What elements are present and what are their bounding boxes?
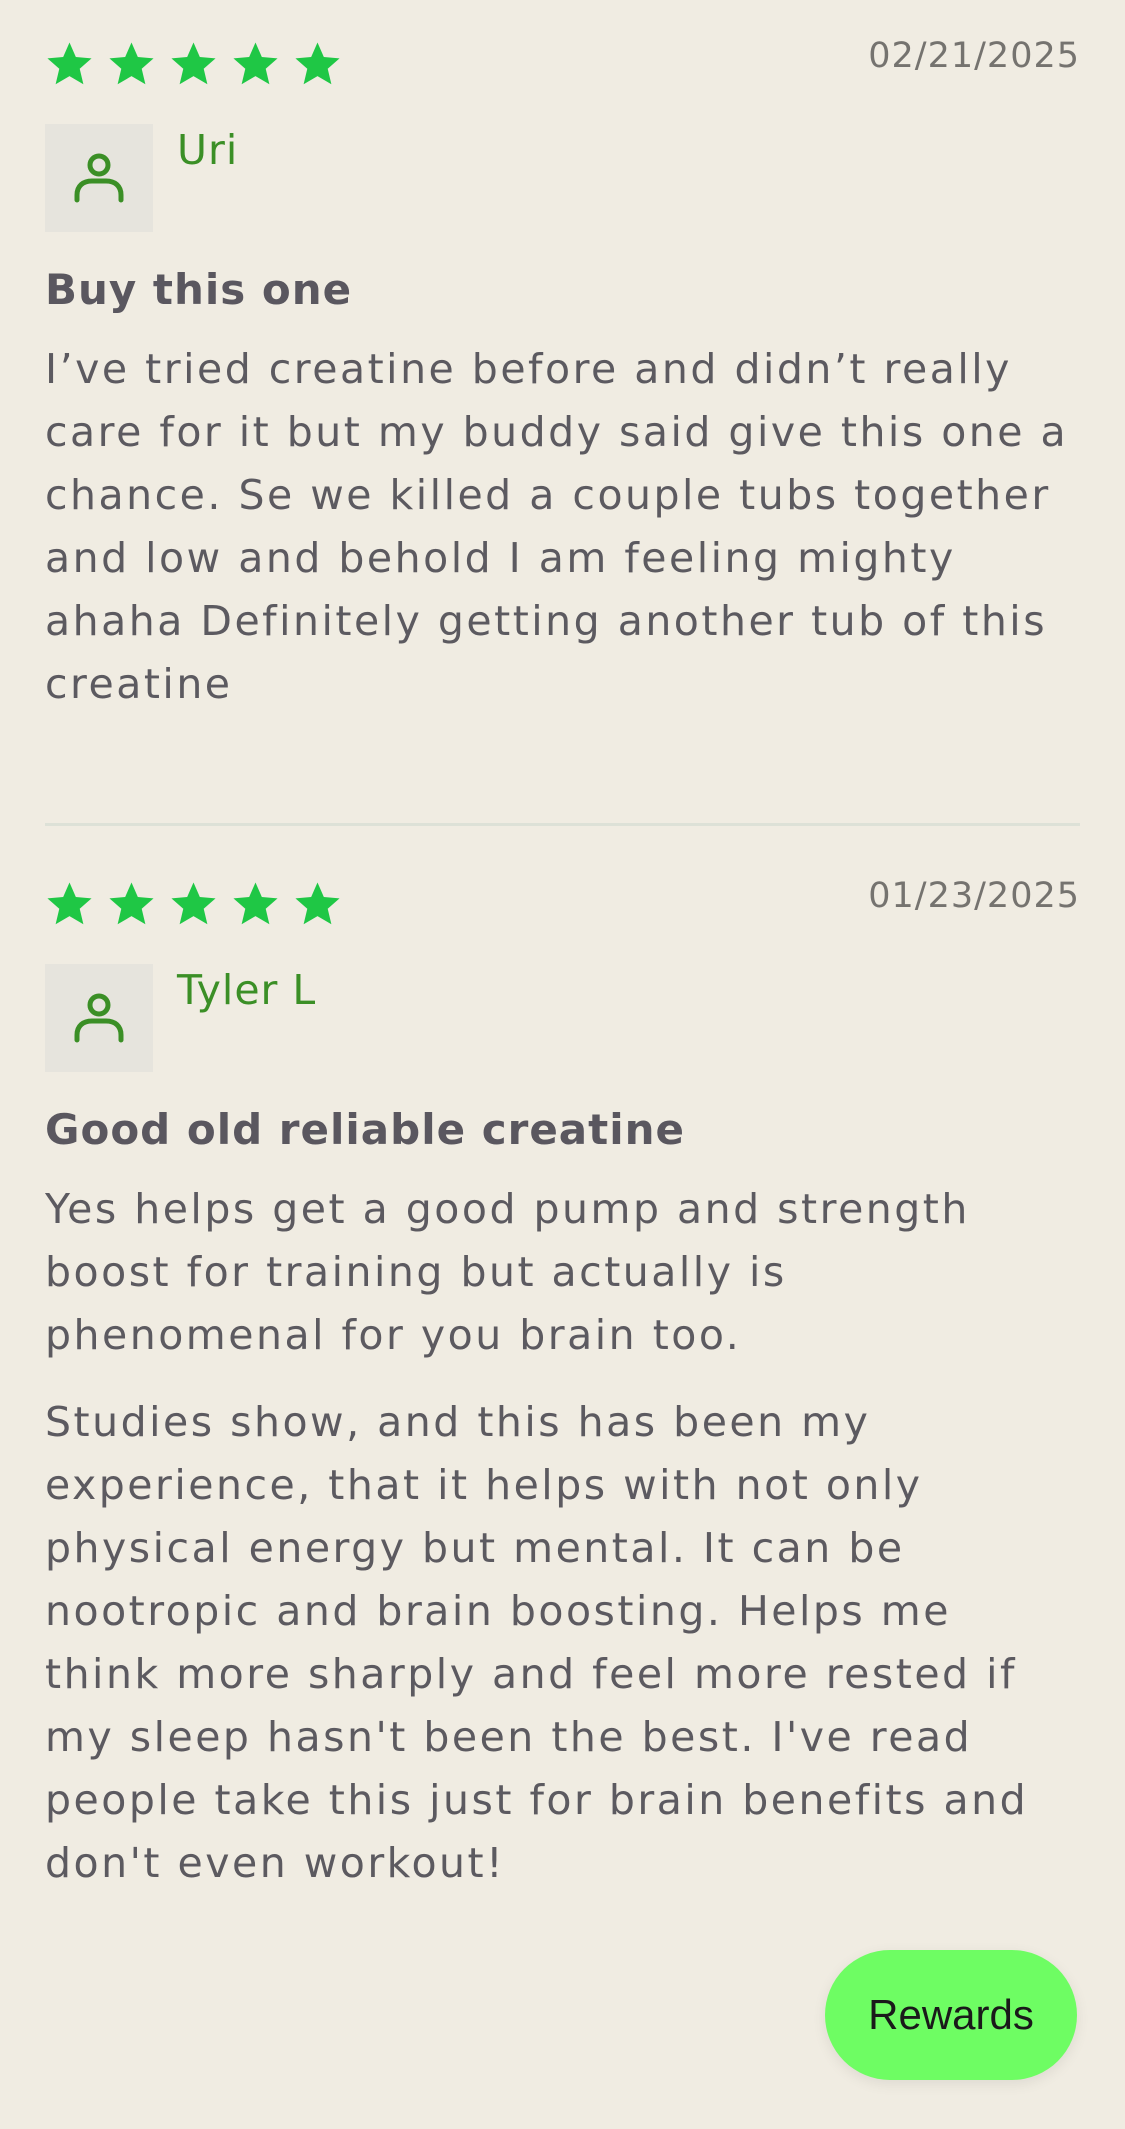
author-name: Tyler L bbox=[177, 966, 317, 1014]
star-icon bbox=[47, 42, 92, 85]
avatar bbox=[45, 964, 153, 1072]
review-body: Studies show, and this has been my exper… bbox=[45, 1398, 1029, 1887]
star-icon bbox=[109, 42, 154, 85]
star-icon bbox=[171, 42, 216, 85]
star-icon bbox=[233, 882, 278, 925]
review-card: 01/23/2025 Tyler L Good old reliable cre… bbox=[45, 876, 1080, 1895]
review-body: Yes helps get a good pump and strength b… bbox=[45, 1185, 970, 1359]
review-title: Buy this one bbox=[45, 265, 353, 314]
star-icon bbox=[47, 882, 92, 925]
author-name: Uri bbox=[177, 126, 239, 174]
star-rating bbox=[45, 40, 342, 89]
star-rating bbox=[45, 880, 342, 929]
star-icon bbox=[109, 882, 154, 925]
rewards-button[interactable]: Rewards bbox=[825, 1950, 1077, 2080]
review-title: Good old reliable creatine bbox=[45, 1105, 686, 1154]
review-divider bbox=[45, 823, 1080, 826]
review-date: 02/21/2025 bbox=[868, 36, 1080, 76]
user-icon bbox=[69, 148, 129, 208]
star-icon bbox=[295, 42, 340, 85]
review-author: Uri bbox=[45, 124, 1080, 232]
star-icon bbox=[233, 42, 278, 85]
review-body: I’ve tried creatine before and didn’t re… bbox=[45, 345, 1069, 708]
star-icon bbox=[295, 882, 340, 925]
review-header: 01/23/2025 bbox=[45, 876, 1080, 930]
review-card: 02/21/2025 Uri Buy this one I’ve tried c… bbox=[45, 36, 1080, 716]
review-author: Tyler L bbox=[45, 964, 1080, 1072]
star-icon bbox=[171, 882, 216, 925]
avatar bbox=[45, 124, 153, 232]
review-header: 02/21/2025 bbox=[45, 36, 1080, 90]
review-date: 01/23/2025 bbox=[868, 876, 1080, 916]
user-icon bbox=[69, 988, 129, 1048]
